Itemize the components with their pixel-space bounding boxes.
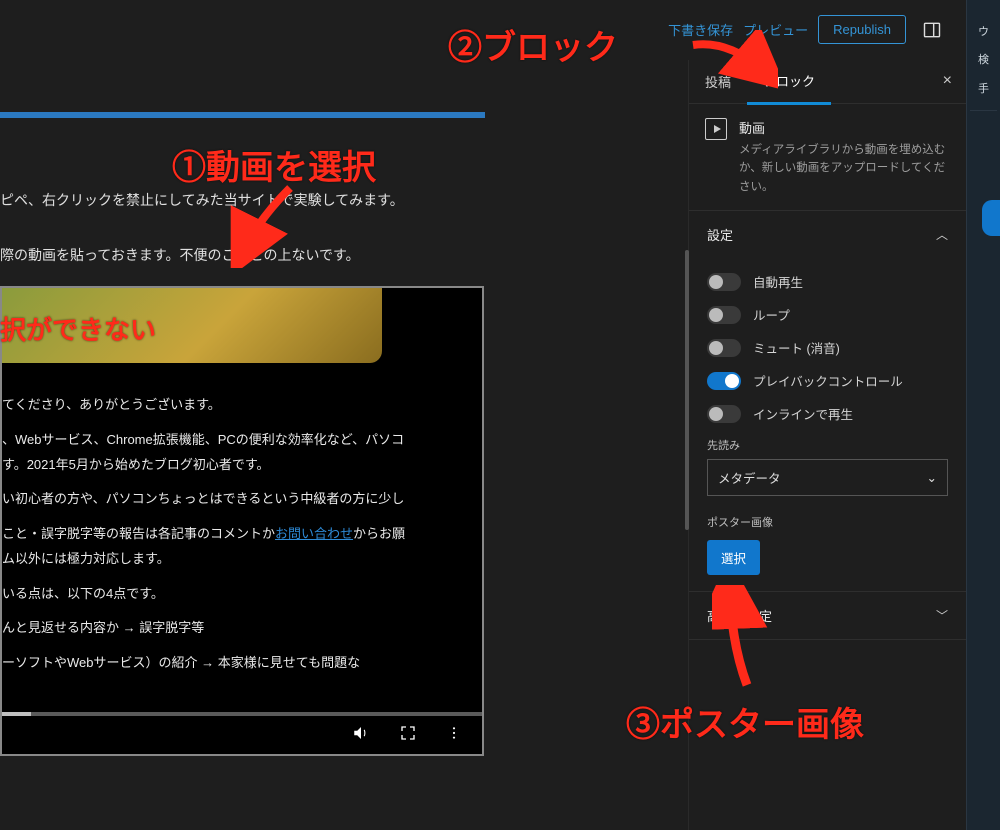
video-hero: [2, 288, 482, 368]
paragraph[interactable]: 際の動画を貼っておきます。不便のことこの上ないです。: [0, 243, 688, 268]
poster-label: ポスター画像: [707, 514, 948, 530]
top-actions: 下書き保存 プレビュー Republish: [668, 14, 990, 46]
rail-item[interactable]: 手: [978, 82, 989, 96]
loop-toggle[interactable]: [707, 306, 741, 324]
heading-bar: [0, 112, 485, 118]
video-thumbnail: [2, 288, 382, 363]
top-bar: 下書き保存 プレビュー Republish: [0, 0, 1000, 60]
save-draft-link[interactable]: 下書き保存: [668, 20, 733, 39]
tab-post[interactable]: 投稿: [689, 60, 747, 103]
chevron-down-icon: ﹀: [936, 607, 948, 624]
video-text: い初心者の方や、パソコンちょっとはできるという中級者の方に少し: [2, 487, 467, 512]
video-text: 、Webサービス、Chrome拡張機能、PCの便利な効率化など、パソコす。202…: [2, 428, 467, 477]
chevron-down-icon: ⌄: [927, 470, 937, 485]
inline-label: インラインで再生: [753, 404, 853, 423]
settings-panel-toggle-icon[interactable]: [916, 14, 948, 46]
video-text: いる点は、以下の4点です。: [2, 582, 467, 607]
playback-toggle[interactable]: [707, 372, 741, 390]
inline-row: インラインで再生: [707, 404, 948, 423]
block-name: 動画: [739, 118, 950, 137]
video-controls: [2, 716, 482, 754]
block-info: 動画 メディアライブラリから動画を埋め込むか、新しい動画をアップロードしてくださ…: [689, 104, 966, 211]
preload-select[interactable]: メタデータ ⌄: [707, 459, 948, 496]
mute-toggle[interactable]: [707, 339, 741, 357]
block-sidebar: 投稿 ブロック × 動画 メディアライブラリから動画を埋め込むか、新しい動画をア…: [688, 60, 966, 830]
video-text: ーソフトやWebサービス）の紹介 → 本家様に見せても問題な: [2, 651, 467, 676]
contact-link[interactable]: お問い合わせ: [275, 526, 353, 541]
advanced-panel: 高度な設定 ﹀: [689, 592, 966, 640]
video-body: てくださり、ありがとうございます。 、Webサービス、Chrome拡張機能、PC…: [2, 368, 482, 695]
autoplay-row: 自動再生: [707, 272, 948, 291]
paragraph[interactable]: ピペ、右クリックを禁止にしてみた当サイトで実験してみます。: [0, 188, 688, 213]
volume-icon[interactable]: [352, 724, 370, 747]
rail-item[interactable]: ウ: [978, 25, 989, 39]
settings-title: 設定: [707, 225, 733, 244]
playback-label: プレイバックコントロール: [753, 371, 903, 390]
settings-panel-toggle[interactable]: 設定 ︿: [689, 211, 966, 258]
sidebar-tabs: 投稿 ブロック ×: [689, 60, 966, 104]
rail-item[interactable]: 検: [978, 53, 989, 67]
advanced-panel-toggle[interactable]: 高度な設定 ﹀: [689, 592, 966, 639]
loop-row: ループ: [707, 305, 948, 324]
playback-row: プレイバックコントロール: [707, 371, 948, 390]
preload-value: メタデータ: [718, 468, 781, 487]
block-description: メディアライブラリから動画を埋め込むか、新しい動画をアップロードしてください。: [739, 141, 950, 196]
autoplay-toggle[interactable]: [707, 273, 741, 291]
close-sidebar-icon[interactable]: ×: [943, 72, 952, 90]
loop-label: ループ: [753, 305, 790, 324]
poster-select-button[interactable]: 選択: [707, 540, 760, 575]
sidebar-scrollbar[interactable]: [685, 250, 689, 530]
tab-block[interactable]: ブロック: [747, 59, 831, 105]
preload-label: 先読み: [707, 437, 948, 453]
video-block[interactable]: てくださり、ありがとうございます。 、Webサービス、Chrome拡張機能、PC…: [0, 286, 484, 756]
preview-link[interactable]: プレビュー: [743, 20, 808, 39]
mute-row: ミュート (消音): [707, 338, 948, 357]
mute-label: ミュート (消音): [753, 338, 840, 357]
video-text: てくださり、ありがとうございます。: [2, 393, 467, 418]
fullscreen-icon[interactable]: [400, 725, 416, 746]
rail-separator: [970, 110, 996, 111]
editor-canvas[interactable]: ピペ、右クリックを禁止にしてみた当サイトで実験してみます。 際の動画を貼っておき…: [0, 60, 688, 830]
autoplay-label: 自動再生: [753, 272, 803, 291]
video-more-icon[interactable]: [446, 725, 462, 746]
video-block-icon: [705, 118, 727, 140]
chevron-up-icon: ︿: [936, 226, 948, 243]
video-text: こと・誤字脱字等の報告は各記事のコメントかお問い合わせからお願ム以外には極力対応…: [2, 522, 467, 571]
settings-panel: 設定 ︿ 自動再生 ループ ミュート (消音) プレイバックコントロール: [689, 211, 966, 592]
advanced-title: 高度な設定: [707, 606, 772, 625]
right-rail: ウ 検 手: [966, 0, 1000, 830]
inline-toggle[interactable]: [707, 405, 741, 423]
video-text: んと見返せる内容か → 誤字脱字等: [2, 616, 467, 641]
republish-button[interactable]: Republish: [818, 15, 906, 44]
rail-pill[interactable]: [982, 200, 1000, 236]
